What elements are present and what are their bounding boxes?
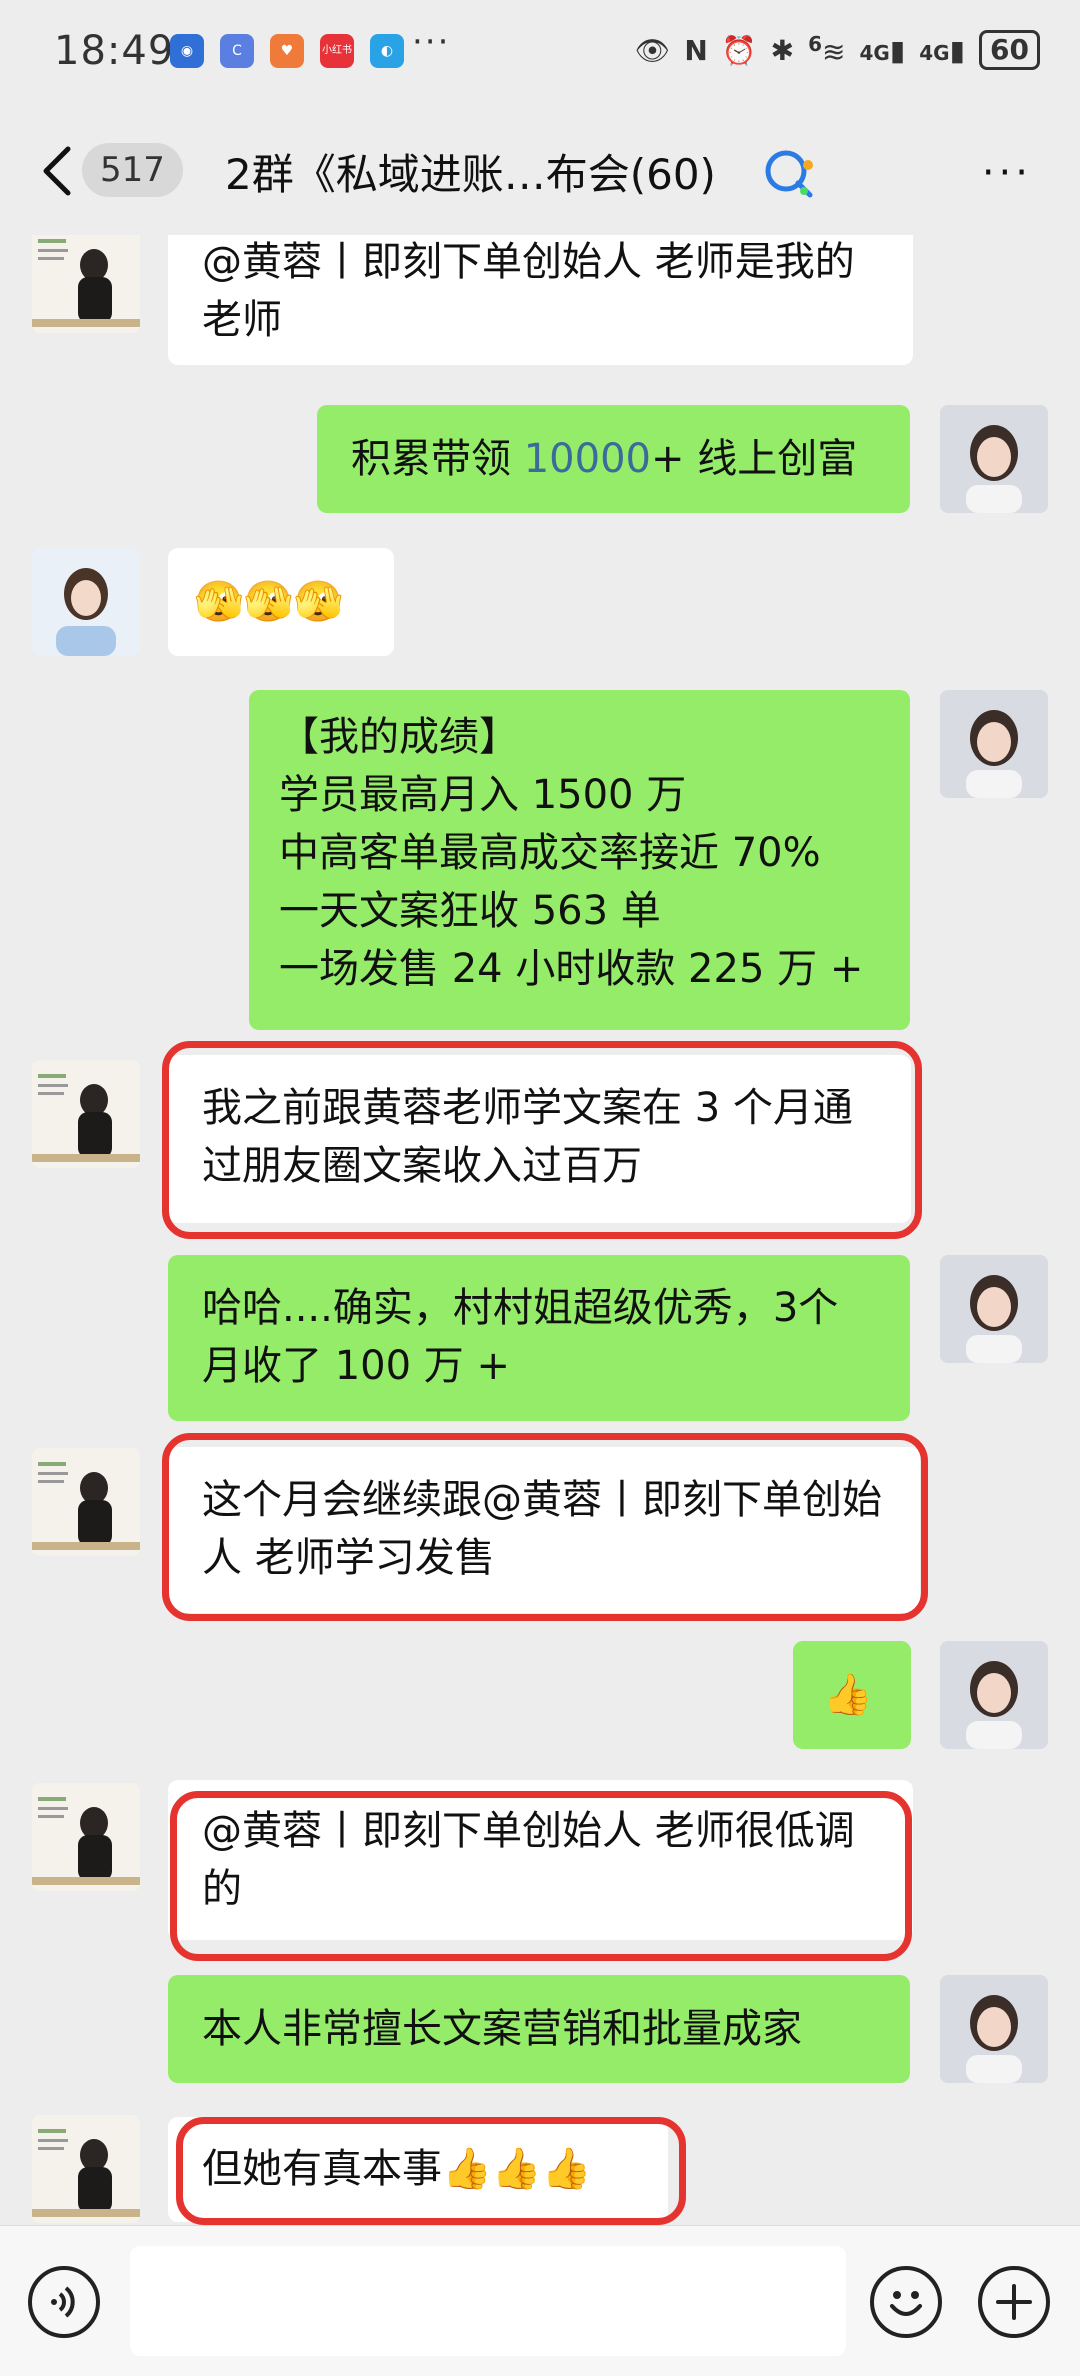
message-input[interactable] <box>130 2246 846 2356</box>
message-bubble[interactable]: 积累带领 10000+ 线上创富 <box>317 405 910 513</box>
highlight-box <box>162 1041 922 1239</box>
more-options-icon[interactable]: ··· <box>982 150 1032 196</box>
highlight-box <box>170 1791 912 1961</box>
sender-avatar[interactable] <box>32 1448 140 1556</box>
message-text: + 线上创富 <box>650 436 858 482</box>
message-bubble[interactable]: 🫣🫣🫣 <box>168 548 394 656</box>
battery-icon: 60 <box>979 30 1040 70</box>
sender-avatar[interactable] <box>32 2115 140 2223</box>
bluetooth-icon: ✱ <box>770 33 795 67</box>
my-avatar[interactable] <box>940 690 1048 798</box>
emoji-icon <box>890 2291 922 2316</box>
message-bubble[interactable]: 【我的成绩】 学员最高月入 1500 万 中高客单最高成交率接近 70% 一天文… <box>249 690 910 1030</box>
message-line: 中高客单最高成交率接近 70% <box>279 830 821 876</box>
c-app-icon: C <box>220 34 254 68</box>
status-overflow-icon: ··· <box>412 22 451 62</box>
plus-icon <box>996 2284 1032 2320</box>
my-avatar[interactable] <box>940 405 1048 513</box>
alarm-icon: ⏰ <box>721 33 757 67</box>
nfc-icon: N <box>684 33 708 67</box>
highlight-box <box>176 2117 686 2225</box>
message-line: 【我的成绩】 <box>279 714 519 760</box>
message-bubble[interactable]: 本人非常擅长文案营销和批量成家 <box>168 1975 910 2083</box>
unread-count-badge[interactable]: 517 <box>82 143 183 197</box>
signal-icon-1: 4G▮ <box>859 33 906 67</box>
chat-header: 517 2群《私域进账…布会(60) ··· <box>0 105 1080 235</box>
message-line: 学员最高月入 1500 万 <box>279 772 687 818</box>
my-avatar[interactable] <box>940 1641 1048 1749</box>
my-avatar[interactable] <box>940 1255 1048 1363</box>
notification-icon: ◉ <box>170 34 204 68</box>
message-bubble[interactable]: 哈哈....确实，村村姐超级优秀，3个月收了 100 万 + <box>168 1255 910 1421</box>
message-bubble[interactable]: 👍 <box>793 1641 911 1749</box>
sender-avatar[interactable] <box>32 1060 140 1168</box>
eye-icon: 👁 <box>634 33 671 67</box>
message-number: 10000 <box>523 436 651 482</box>
my-avatar[interactable] <box>940 1975 1048 2083</box>
message-text: 积累带领 <box>351 436 524 482</box>
wifi-icon: 6≋ <box>808 31 846 69</box>
heart-app-icon: ♥ <box>270 34 304 68</box>
message-bubble[interactable]: @黄蓉丨即刻下单创始人 老师是我的老师 <box>168 235 913 365</box>
more-functions-button[interactable] <box>978 2266 1050 2338</box>
message-line: 一天文案狂收 563 单 <box>279 888 661 934</box>
input-bar <box>0 2225 1080 2376</box>
voice-input-button[interactable] <box>28 2266 100 2338</box>
voice-icon <box>51 2286 75 2318</box>
signal-icon-2: 4G▮ <box>919 33 966 67</box>
xiaohongshu-icon: 小红书 <box>320 34 354 68</box>
highlight-box <box>162 1433 928 1621</box>
sender-avatar[interactable] <box>32 235 140 333</box>
sender-avatar[interactable] <box>32 548 140 656</box>
status-bar: 18:49 ◉ C ♥ 小红书 ◐ ··· 👁 N ⏰ ✱ 6≋ 4G▮ 4G▮… <box>0 0 1080 105</box>
status-app-icons: ◉ C ♥ 小红书 ◐ <box>170 34 404 68</box>
system-icons: 👁 N ⏰ ✱ 6≋ 4G▮ 4G▮ 60 <box>635 30 1040 70</box>
browser-icon: ◐ <box>370 34 404 68</box>
status-time: 18:49 <box>54 28 175 74</box>
emoji-button[interactable] <box>870 2266 942 2338</box>
message-line: 一场发售 24 小时收款 225 万 + <box>279 946 864 992</box>
chat-title: 2群《私域进账…布会(60) <box>225 150 716 199</box>
back-icon[interactable] <box>38 143 78 199</box>
chat-messages: @黄蓉丨即刻下单创始人 老师是我的老师 积累带领 10000+ 线上创富 🫣🫣🫣… <box>0 235 1080 2225</box>
group-search-icon[interactable] <box>760 145 820 201</box>
sender-avatar[interactable] <box>32 1783 140 1891</box>
